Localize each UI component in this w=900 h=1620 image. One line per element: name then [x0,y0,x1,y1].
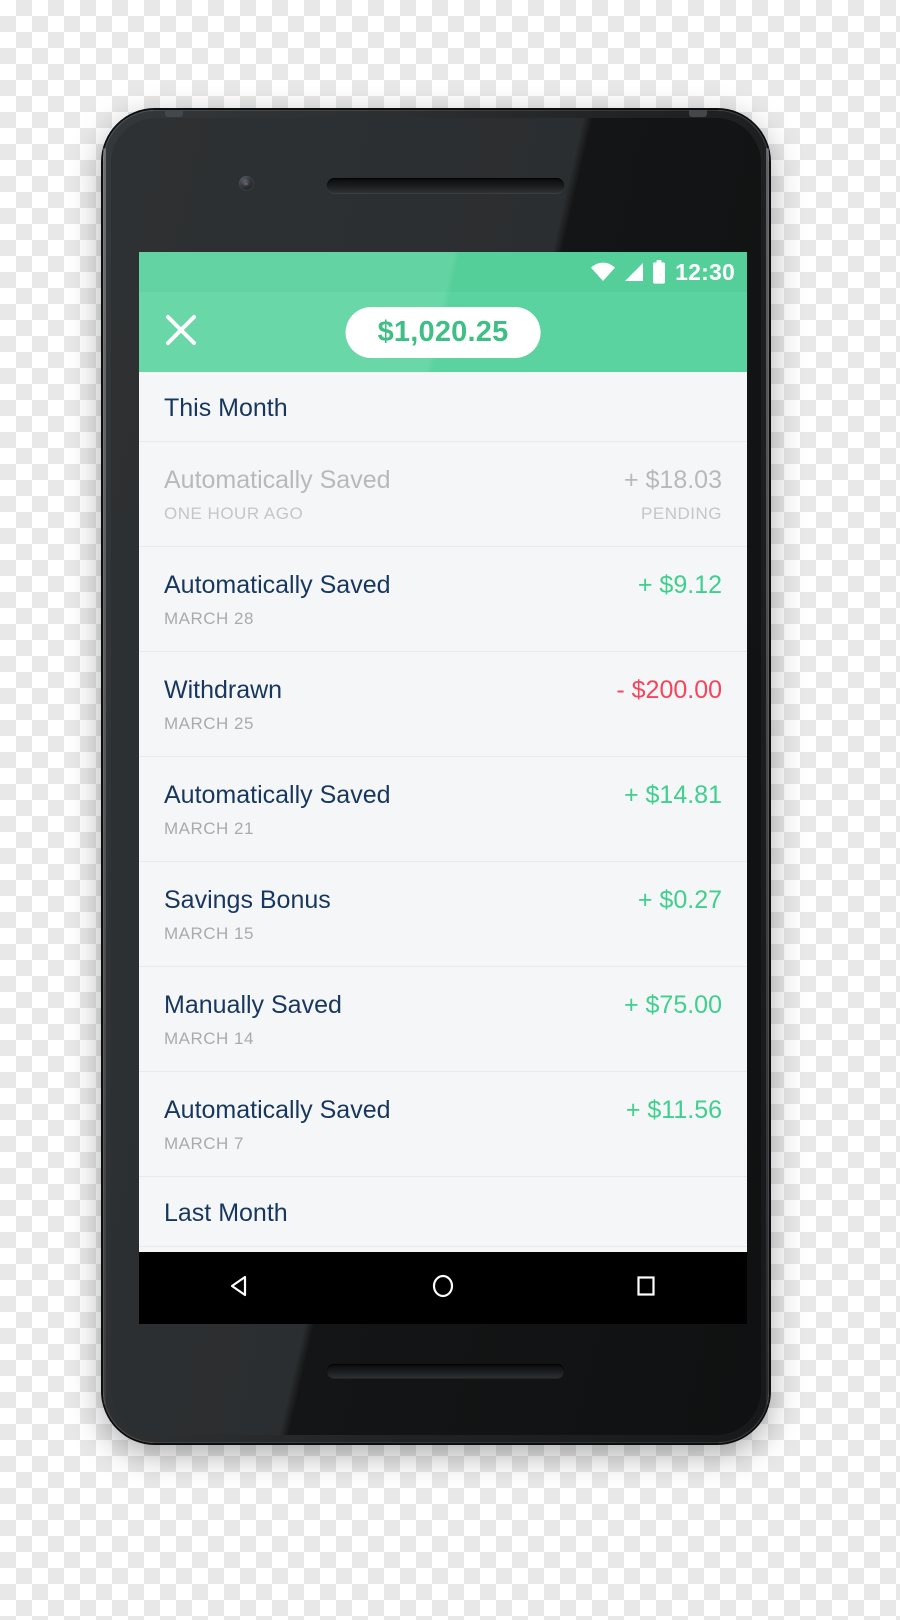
transaction-date: MARCH 15 [164,924,254,943]
recents-square-icon [633,1273,659,1304]
bottom-speaker-grille-icon [327,1364,564,1378]
transaction-title: Automatically Saved [164,1096,391,1124]
transaction-row[interactable]: Automatically Saved + $14.81 MARCH 21 [139,757,747,862]
transaction-list[interactable]: This Month Automatically Saved + $18.03 ONE… [139,372,747,1247]
transaction-title: Withdrawn [164,676,283,704]
transaction-row[interactable]: Automatically Saved + $18.03 ONE HOUR AGO P… [139,442,747,547]
status-bar: 12:30 [139,252,747,292]
cell-signal-icon [623,262,645,282]
section-header: Last Month [139,1177,747,1247]
transaction-date: MARCH 14 [164,1029,254,1048]
balance-pill[interactable]: $1,020.25 [345,306,541,358]
battery-icon [652,260,666,284]
transaction-primary-line: Manually Saved + $75.00 [164,991,722,1020]
transaction-primary-line: Automatically Saved + $14.81 [164,781,722,810]
transaction-row[interactable]: Automatically Saved + $9.12 MARCH 28 [139,547,747,652]
transaction-secondary-line: MARCH 7 [164,1134,722,1154]
home-circle-icon [430,1273,456,1304]
transaction-primary-line: Withdrawn - $200.00 [164,676,722,705]
transaction-row[interactable]: Manually Saved + $75.00 MARCH 14 [139,967,747,1072]
status-bar-clock: 12:30 [675,258,735,285]
transaction-amount: + $9.12 [637,571,722,599]
transaction-secondary-line: MARCH 14 [164,1029,722,1049]
transaction-secondary-line: MARCH 25 [164,714,722,734]
transaction-primary-line: Savings Bonus + $0.27 [164,886,722,915]
earpiece-speaker-icon [327,178,564,193]
close-button[interactable] [153,304,209,360]
transaction-secondary-line: MARCH 28 [164,609,722,629]
transaction-secondary-line: ONE HOUR AGO PENDING [164,504,722,524]
transaction-secondary-line: MARCH 15 [164,924,722,944]
transaction-primary-line: Automatically Saved + $18.03 [164,466,722,495]
transaction-secondary-line: MARCH 21 [164,819,722,839]
transaction-date: ONE HOUR AGO [164,504,304,523]
back-triangle-icon [227,1273,253,1304]
transaction-date: MARCH 25 [164,714,254,733]
app-bar: $1,020.25 [139,252,747,372]
transaction-amount: + $11.56 [625,1096,722,1124]
transaction-title: Automatically Saved [164,781,391,809]
transaction-title: Automatically Saved [164,571,391,599]
transaction-row[interactable]: Withdrawn - $200.00 MARCH 25 [139,652,747,757]
transaction-title: Automatically Saved [164,466,391,494]
nav-back-button[interactable] [204,1252,276,1324]
transaction-amount: + $14.81 [623,781,722,809]
screenshot-canvas: 12:30 $1,020.25 This Month Automatically… [0,0,900,1620]
phone-device: 12:30 $1,020.25 This Month Automatically… [103,110,769,1443]
transaction-amount: + $0.27 [637,886,722,914]
transaction-date: MARCH 7 [164,1134,245,1153]
close-icon [164,313,198,352]
transaction-primary-line: Automatically Saved + $11.56 [164,1096,722,1125]
nav-home-button[interactable] [407,1252,479,1324]
transaction-status-badge: PENDING [641,504,722,523]
transaction-amount: - $200.00 [616,676,722,704]
transaction-date: MARCH 28 [164,609,254,628]
transaction-date: MARCH 21 [164,819,254,838]
nav-recents-button[interactable] [610,1252,682,1324]
front-camera-icon [239,176,254,191]
antenna-band-left [165,110,183,117]
transaction-title: Savings Bonus [164,886,331,914]
transaction-title: Manually Saved [164,991,342,1019]
phone-glass-panel: 12:30 $1,020.25 This Month Automatically… [111,118,761,1435]
phone-screen: 12:30 $1,020.25 This Month Automatically… [139,252,747,1324]
transaction-row[interactable]: Savings Bonus + $0.27 MARCH 15 [139,862,747,967]
transaction-amount: + $75.00 [623,991,722,1019]
transaction-amount: + $18.03 [623,466,722,494]
transaction-primary-line: Automatically Saved + $9.12 [164,571,722,600]
android-nav-bar [139,1252,747,1324]
wifi-icon [590,262,616,282]
section-header: This Month [139,372,747,442]
antenna-band-right [689,110,707,117]
transaction-row[interactable]: Automatically Saved + $11.56 MARCH 7 [139,1072,747,1177]
